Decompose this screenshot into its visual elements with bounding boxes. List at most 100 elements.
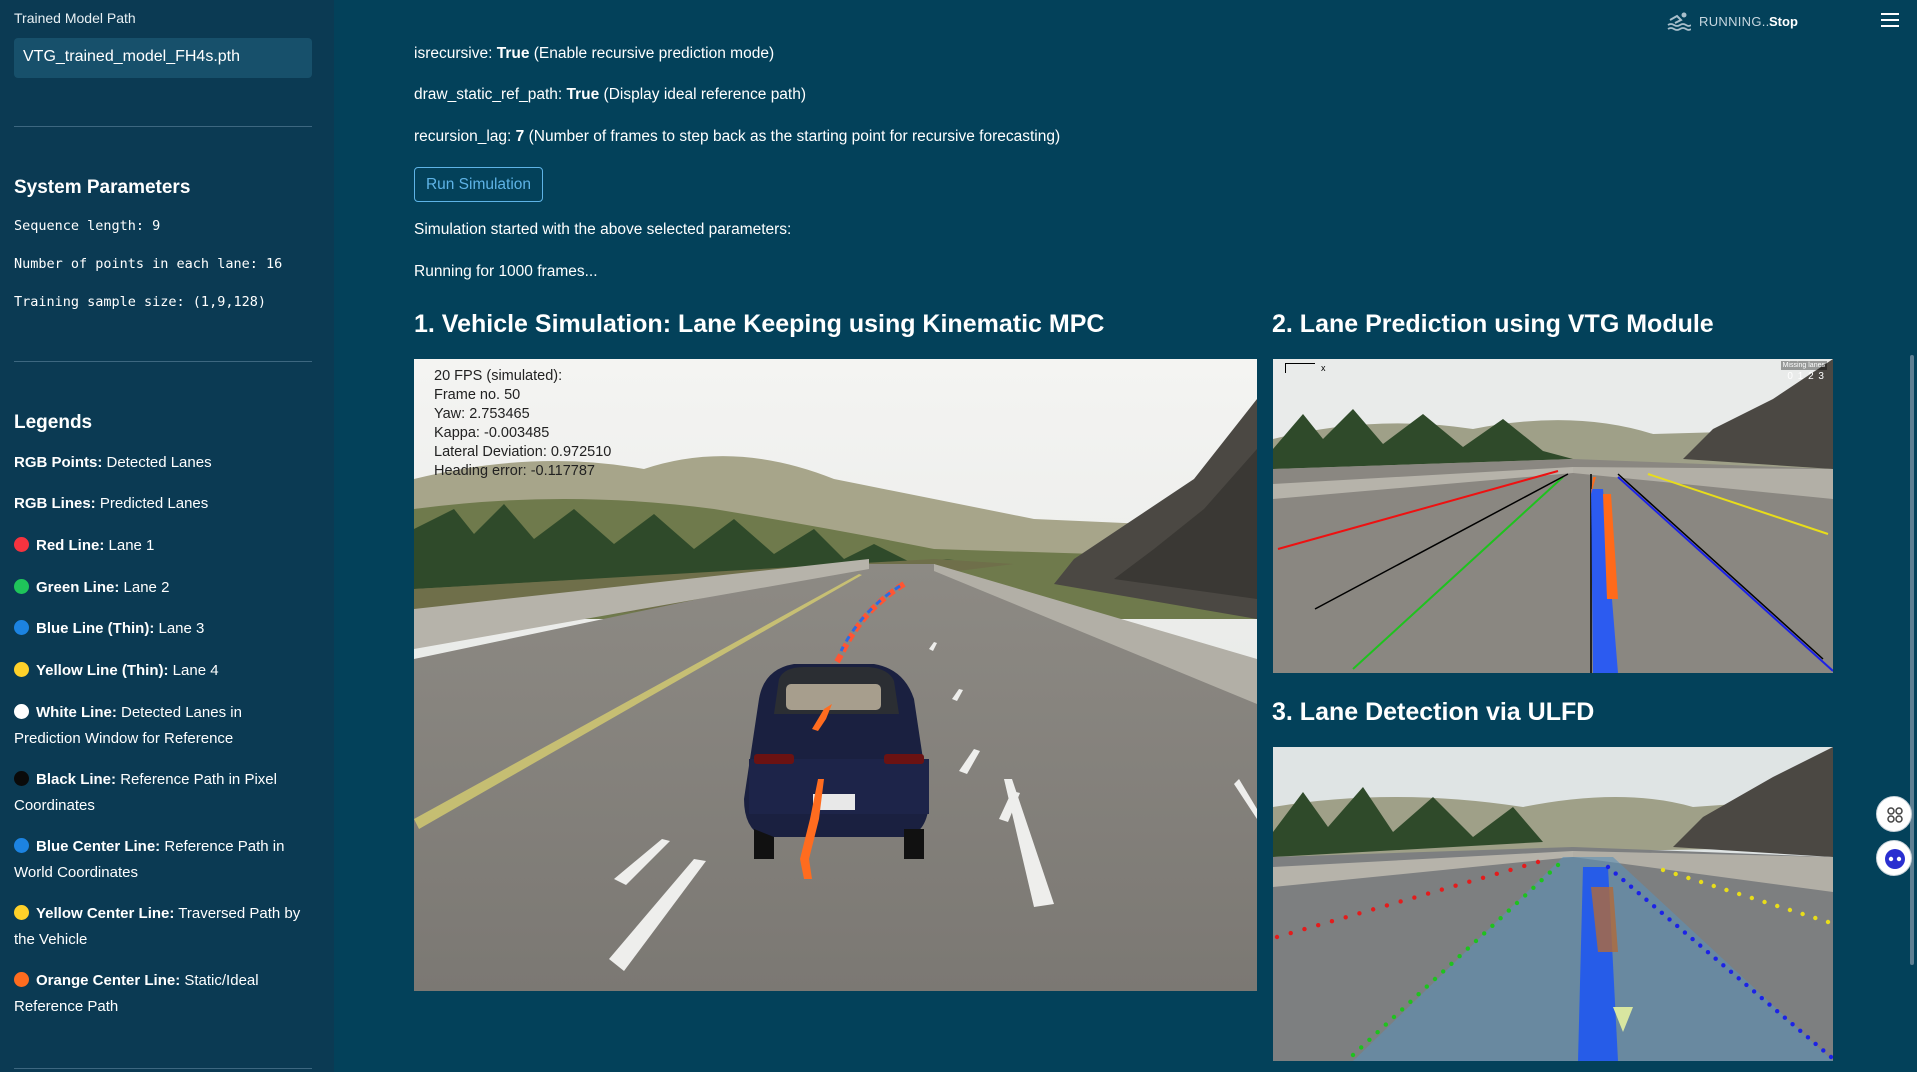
- legend-key: RGB Points:: [14, 454, 103, 471]
- black-dot-icon: [14, 771, 29, 786]
- lane-point: [1439, 887, 1445, 892]
- lane-point: [1813, 1041, 1818, 1047]
- legend-desc: Lane 2: [119, 579, 170, 596]
- lane-point: [1644, 897, 1649, 902]
- legend-key: White Line:: [36, 704, 117, 721]
- lane-point: [1490, 923, 1495, 928]
- lane-point: [1494, 871, 1499, 877]
- legend-key: Yellow Line (Thin):: [36, 662, 169, 679]
- hamburger-menu-icon[interactable]: [1881, 13, 1899, 27]
- legend-key: RGB Lines:: [14, 495, 96, 512]
- model-path-label: Trained Model Path: [14, 10, 136, 26]
- lane-point: [1441, 969, 1446, 974]
- lane-point: [1628, 884, 1634, 889]
- legend-orange-center-line: Orange Center Line: Static/Ideal Referen…: [14, 968, 312, 1020]
- lane-point: [1514, 900, 1520, 906]
- param-sample-size: Training sample size: (1,9,128): [14, 294, 266, 310]
- system-params-title: System Parameters: [14, 177, 191, 198]
- lane-point: [1343, 915, 1348, 920]
- lane-point: [1711, 883, 1716, 889]
- simulation-overlay: 20 FPS (simulated): Frame no. 50 Yaw: 2.…: [434, 367, 611, 481]
- param-key: draw_static_ref_path:: [414, 86, 563, 103]
- lane-point: [1751, 989, 1757, 994]
- legend-desc: Detected Lanes: [102, 454, 212, 471]
- param-value: 7: [515, 128, 525, 145]
- lane-point: [1316, 922, 1321, 928]
- lane-point: [1359, 1045, 1364, 1050]
- stop-button[interactable]: Stop: [1769, 14, 1798, 29]
- lane-point: [1749, 895, 1755, 901]
- lane-point: [1767, 1002, 1772, 1007]
- lane-point: [1302, 926, 1307, 932]
- section-title-lane-detection: 3. Lane Detection via ULFD: [1272, 698, 1595, 726]
- lane-point: [1506, 908, 1511, 913]
- lane-point: [1391, 1014, 1397, 1020]
- lane-prediction-scene: [1273, 359, 1833, 673]
- lane-point: [1828, 1054, 1833, 1060]
- legend-blue-center-line: Blue Center Line: Reference Path in Worl…: [14, 834, 312, 886]
- lane-point: [1690, 936, 1695, 942]
- lane-point: [1416, 992, 1421, 997]
- lane-detection-view: [1273, 747, 1833, 1061]
- lane-point: [1774, 1008, 1780, 1014]
- lane-point: [1482, 931, 1487, 936]
- param-value: True: [496, 45, 530, 62]
- lane-point: [1408, 999, 1413, 1004]
- command-icon[interactable]: [1876, 796, 1912, 832]
- lane-point: [1480, 875, 1486, 880]
- lane-point: [1744, 982, 1749, 988]
- param-value: True: [566, 86, 600, 103]
- legend-key: Orange Center Line:: [36, 972, 181, 989]
- legend-key: Blue Center Line:: [36, 838, 161, 855]
- param-recursion-lag: recursion_lag: 7 (Number of frames to st…: [414, 128, 1060, 146]
- legends-title: Legends: [14, 412, 93, 433]
- lane-point: [1449, 961, 1454, 966]
- running-status: RUNNING...: [1699, 14, 1774, 29]
- lane-point: [1498, 916, 1503, 921]
- assistant-icon[interactable]: [1876, 840, 1912, 876]
- param-desc: (Number of frames to step back as the st…: [524, 128, 1061, 145]
- lane-point: [1467, 879, 1472, 884]
- legend-key: Red Line:: [36, 537, 105, 554]
- overlay-yaw: Yaw: 2.753465: [434, 406, 530, 422]
- white-dot-icon: [14, 704, 29, 719]
- lane-point: [1736, 976, 1741, 981]
- status-frames: Running for 1000 frames...: [414, 263, 598, 280]
- lane-point: [1465, 946, 1470, 951]
- param-draw-static-ref-path: draw_static_ref_path: True (Display idea…: [414, 86, 806, 104]
- lane-point: [1724, 887, 1729, 893]
- lane-point: [1522, 863, 1527, 869]
- lane-point: [1800, 911, 1805, 917]
- lane-point: [1535, 859, 1541, 865]
- lane-point: [1782, 1015, 1788, 1020]
- legend-rgb-points: RGB Points: Detected Lanes: [14, 450, 312, 476]
- yellow-dot-icon: [14, 905, 29, 920]
- overlay-kappa: Kappa: -0.003485: [434, 425, 550, 441]
- run-simulation-button[interactable]: Run Simulation: [414, 167, 543, 202]
- param-desc: (Enable recursive prediction mode): [529, 45, 775, 62]
- lane-point: [1357, 911, 1362, 916]
- lane-point: [1329, 919, 1335, 924]
- lane-point: [1728, 969, 1734, 975]
- lane-point: [1821, 1048, 1826, 1053]
- lane-point: [1547, 870, 1552, 875]
- overlay-heading-error: Heading error: -0.117787: [434, 463, 595, 479]
- lane-point: [1825, 919, 1831, 925]
- model-path-input[interactable]: VTG_trained_model_FH4s.pth: [14, 38, 312, 78]
- lane-point: [1798, 1028, 1803, 1033]
- lane-point: [1555, 862, 1561, 868]
- lane-point: [1659, 910, 1665, 916]
- lane-point: [1705, 949, 1711, 955]
- sidebar: Trained Model Path VTG_trained_model_FH4…: [0, 0, 334, 1072]
- lane-point: [1424, 984, 1429, 989]
- legend-desc: Lane 1: [104, 537, 155, 554]
- lane-point: [1531, 885, 1536, 890]
- red-dot-icon: [14, 537, 29, 552]
- legend-key: Green Line:: [36, 579, 120, 596]
- lane-point: [1412, 895, 1417, 900]
- overlay-frame: Frame no. 50: [434, 387, 521, 403]
- lane-point: [1539, 878, 1544, 883]
- blue-dot-icon: [14, 838, 29, 853]
- lane-point: [1651, 904, 1657, 909]
- lane-point: [1288, 930, 1293, 936]
